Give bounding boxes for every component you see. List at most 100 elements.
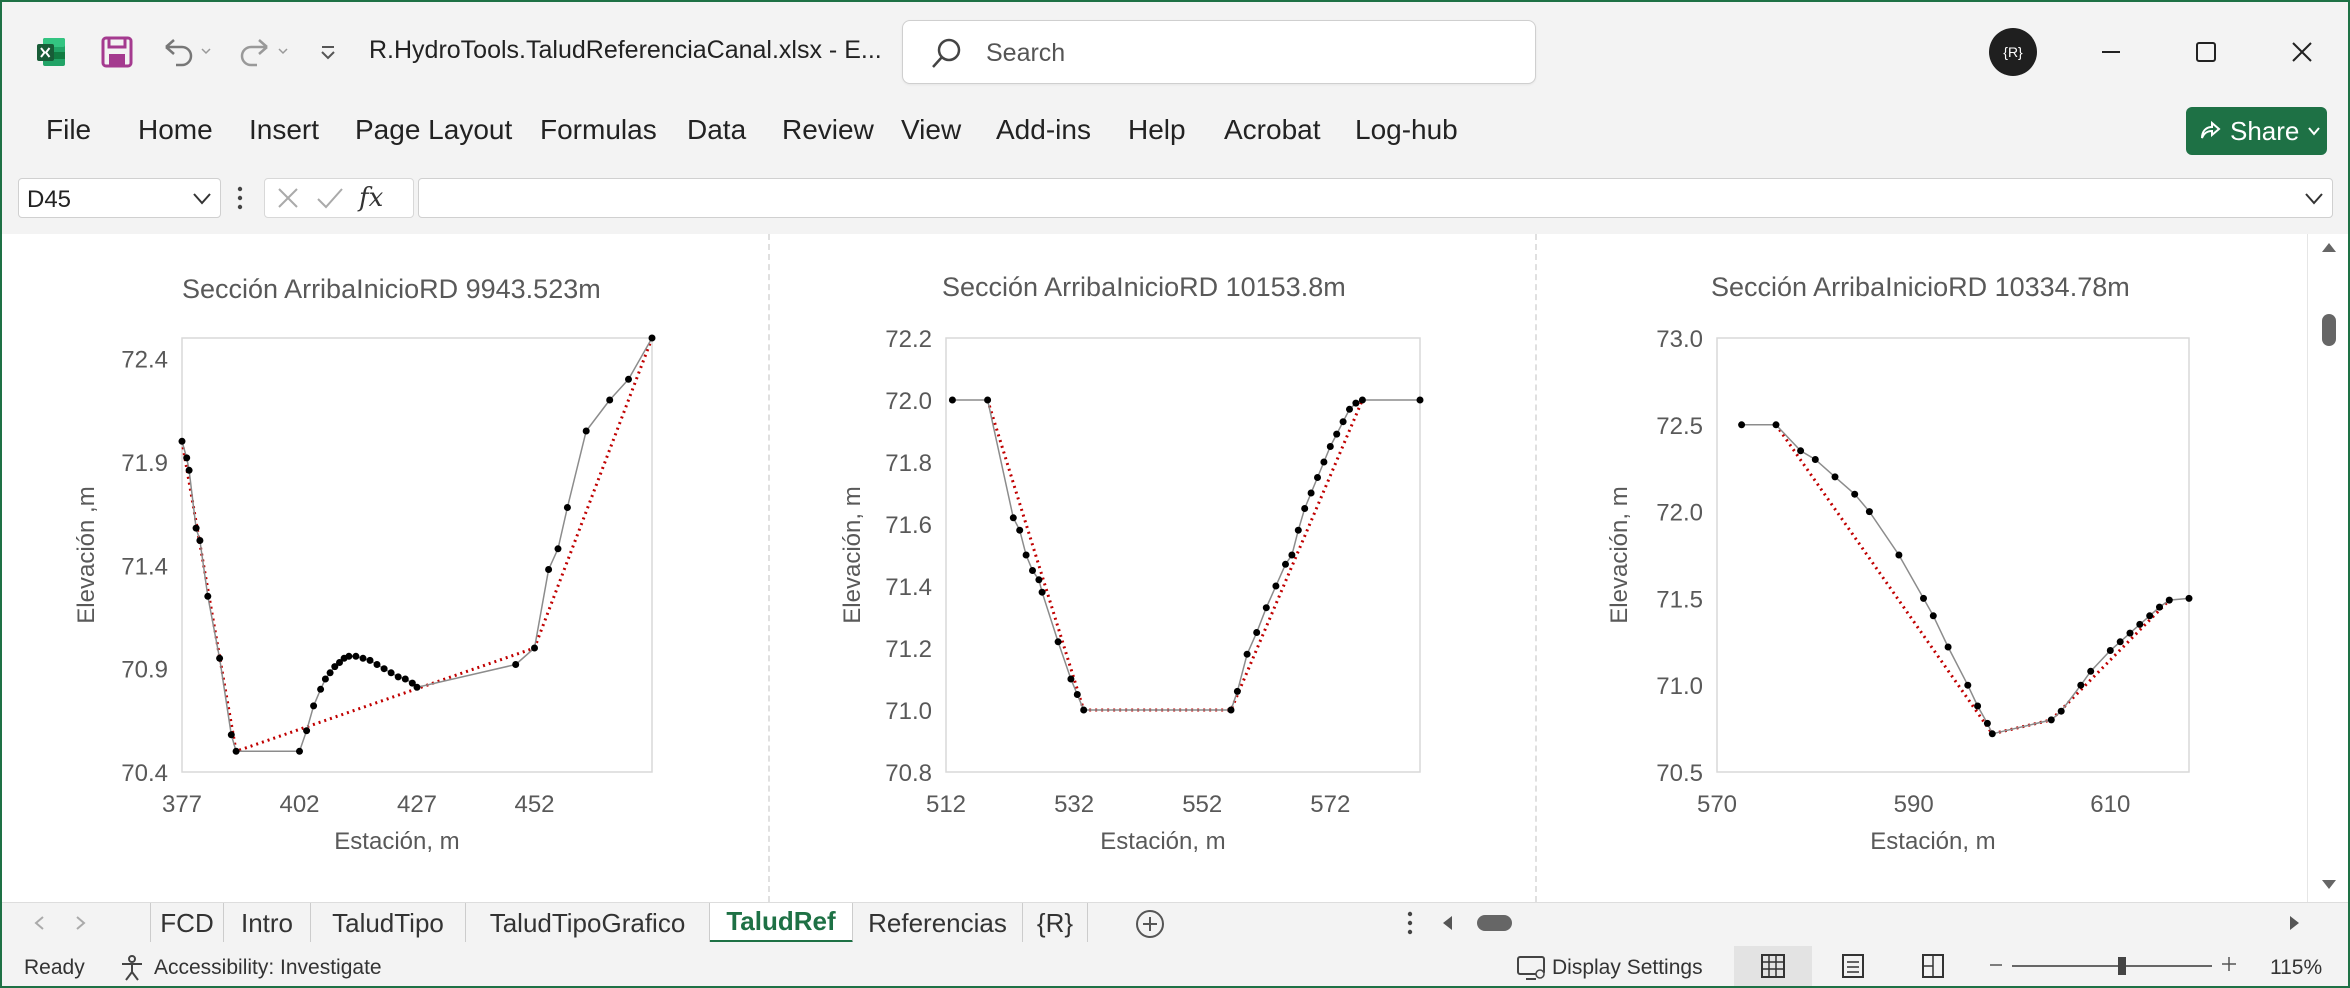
zoom-in-icon[interactable] <box>2220 955 2238 973</box>
vertical-scrollbar[interactable] <box>2307 234 2348 902</box>
terrain-point <box>1038 588 1046 596</box>
terrain-point <box>359 654 367 662</box>
y-axis-title: Elevación, m <box>1606 486 1633 623</box>
cancel-icon[interactable] <box>275 185 301 211</box>
scroll-left-icon[interactable] <box>1440 914 1454 932</box>
undo-icon[interactable] <box>157 32 217 72</box>
zoom-level[interactable]: 115% <box>2270 956 2322 980</box>
y-tick-label: 71.9 <box>121 450 168 477</box>
terrain-point <box>1227 706 1235 714</box>
user-avatar[interactable]: {R} <box>1989 28 2037 76</box>
terrain-point <box>366 656 374 664</box>
expand-formula-icon[interactable] <box>2304 191 2324 207</box>
terrain-point <box>1346 405 1353 413</box>
tab-data[interactable]: Data <box>687 114 746 146</box>
chart-seccion-1[interactable]: Sección ArribaInicioRD 9943.523m 70.4 70.… <box>2 234 768 902</box>
sheet-tab-taludtipo[interactable]: TaludTipo <box>311 903 466 943</box>
more-options-icon[interactable] <box>236 184 244 212</box>
tab-add-ins[interactable]: Add-ins <box>996 114 1091 146</box>
tab-acrobat[interactable]: Acrobat <box>1224 114 1321 146</box>
terrain-point <box>352 652 360 660</box>
terrain-point <box>531 644 538 652</box>
tab-review[interactable]: Review <box>782 114 874 146</box>
terrain-point <box>2126 629 2134 637</box>
terrain-point <box>1080 706 1088 714</box>
y-tick-label: 72.0 <box>885 388 932 415</box>
sheet-tab-fcd[interactable]: FCD <box>150 903 224 943</box>
share-button[interactable]: Share <box>2186 107 2327 155</box>
tab-page-layout[interactable]: Page Layout <box>355 114 512 146</box>
terrain-point <box>296 747 303 755</box>
name-box[interactable]: D45 <box>18 178 221 218</box>
terrain-point <box>1811 456 1819 463</box>
terrain-point <box>563 504 571 511</box>
next-sheet-icon[interactable] <box>74 915 88 931</box>
display-settings-icon[interactable] <box>1516 955 1546 981</box>
zoom-slider[interactable] <box>2012 954 2212 978</box>
y-tick-label: 71.0 <box>885 698 932 725</box>
x-tick-label: 570 <box>1697 791 1737 818</box>
chart-seccion-2[interactable]: Sección ArribaInicioRD 10153.8m 70.8 71.0… <box>768 234 1535 902</box>
minimize-button[interactable] <box>2081 30 2141 74</box>
add-sheet-icon[interactable] <box>1134 908 1166 940</box>
scrollbar-thumb[interactable] <box>2322 314 2336 346</box>
y-tick-label: 70.5 <box>1656 760 1703 787</box>
formula-bar: D45 fx <box>2 170 2348 230</box>
search-box[interactable]: Search <box>902 20 1536 84</box>
scroll-up-icon[interactable] <box>2320 240 2338 254</box>
terrain-point <box>1895 551 1903 559</box>
close-button[interactable] <box>2272 30 2332 74</box>
page-layout-view-icon[interactable] <box>1840 953 1866 979</box>
terrain-point <box>648 334 656 342</box>
save-icon[interactable] <box>97 32 137 72</box>
enter-check-icon[interactable] <box>315 185 345 211</box>
terrain-point <box>1944 643 1952 651</box>
reference-slope-line <box>986 399 1364 712</box>
display-settings-label[interactable]: Display Settings <box>1552 956 1703 980</box>
page-break-view-icon[interactable] <box>1920 953 1946 979</box>
normal-view-button[interactable] <box>1734 946 1812 986</box>
tab-formulas[interactable]: Formulas <box>540 114 657 146</box>
redo-icon[interactable] <box>234 32 294 72</box>
scroll-down-icon[interactable] <box>2320 878 2338 892</box>
sheet-tab-referencias[interactable]: Referencias <box>853 903 1023 943</box>
y-tick-label: 71.8 <box>885 450 932 477</box>
y-tick-label: 72.4 <box>121 347 168 374</box>
insert-function-icon[interactable]: fx <box>359 183 383 213</box>
x-tick-label: 402 <box>279 791 319 818</box>
previous-sheet-icon[interactable] <box>32 915 46 931</box>
terrain-point <box>1738 421 1746 429</box>
tab-view[interactable]: View <box>901 114 961 146</box>
tab-insert[interactable]: Insert <box>249 114 319 146</box>
horizontal-scrollbar-thumb[interactable] <box>1477 915 1512 931</box>
sheet-tab-intro[interactable]: Intro <box>224 903 311 943</box>
scroll-right-icon[interactable] <box>2288 914 2302 932</box>
terrain-point <box>326 669 334 677</box>
sheet-options-icon[interactable] <box>1406 909 1414 937</box>
terrain-point <box>373 661 381 668</box>
accessibility-status[interactable]: Accessibility: Investigate <box>154 956 382 980</box>
terrain-point <box>1983 719 1991 727</box>
customize-toolbar-icon[interactable] <box>312 32 344 72</box>
sheet-tab-taludtipografico[interactable]: TaludTipoGrafico <box>466 903 710 943</box>
terrain-point <box>394 673 402 681</box>
sheet-tab-r[interactable]: {R} <box>1023 903 1088 943</box>
terrain-point <box>1797 447 1805 455</box>
zoom-out-icon[interactable] <box>1988 957 2004 973</box>
tab-file[interactable]: File <box>46 114 91 146</box>
chart-seccion-3[interactable]: Sección ArribaInicioRD 10334.78m 70.5 71.… <box>1535 234 2307 902</box>
y-tick-label: 73.0 <box>1656 326 1703 353</box>
worksheet-grid[interactable]: Sección ArribaInicioRD 9943.523m 70.4 70.… <box>2 234 2307 902</box>
terrain-point <box>948 396 956 404</box>
tab-home[interactable]: Home <box>138 114 213 146</box>
terrain-point <box>2077 681 2085 689</box>
tab-help[interactable]: Help <box>1128 114 1186 146</box>
y-tick-label: 72.0 <box>1656 500 1703 527</box>
formula-input[interactable] <box>418 178 2333 218</box>
tab-log-hub[interactable]: Log-hub <box>1355 114 1458 146</box>
accessibility-icon[interactable] <box>118 954 146 982</box>
minimize-icon <box>2102 51 2120 53</box>
zoom-slider-thumb[interactable] <box>2118 957 2126 975</box>
maximize-button[interactable] <box>2176 30 2236 74</box>
sheet-tab-taludref[interactable]: TaludRef <box>710 903 853 943</box>
